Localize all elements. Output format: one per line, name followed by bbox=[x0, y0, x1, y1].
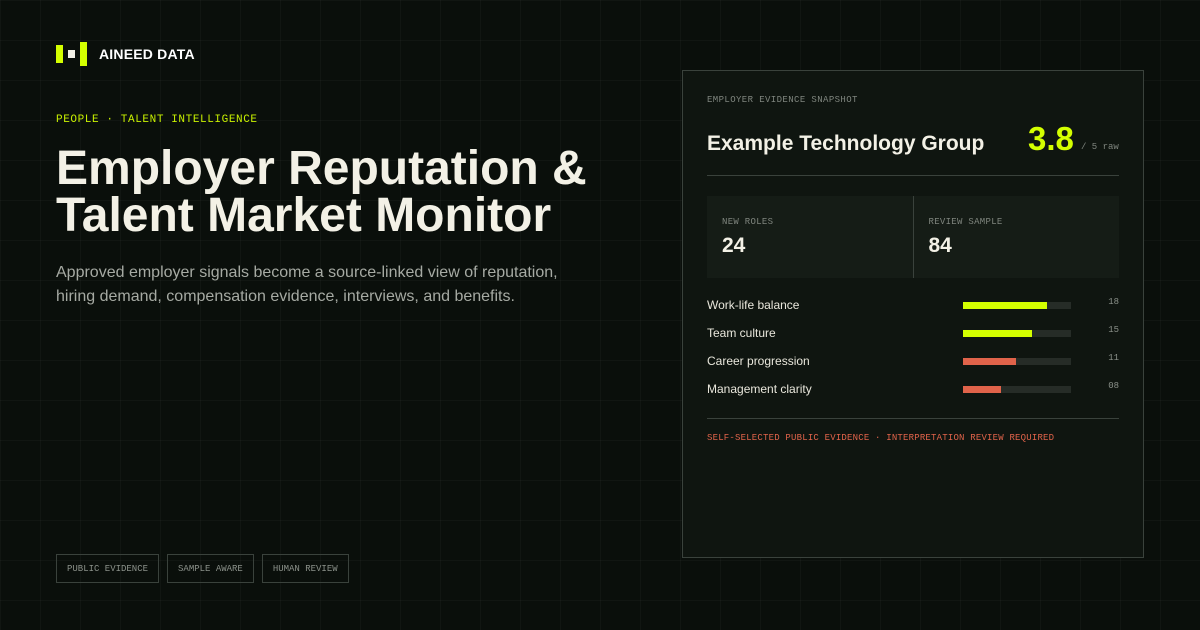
metric-label: Management clarity bbox=[707, 382, 812, 396]
stat-label: REVIEW SAMPLE bbox=[928, 217, 1003, 227]
metric-value: 15 bbox=[1108, 325, 1119, 335]
metric-bar-fill bbox=[963, 358, 1016, 365]
logo-mark-icon bbox=[56, 42, 87, 66]
tag-human-review: HUMAN REVIEW bbox=[261, 554, 349, 583]
hero-eyebrow: PEOPLE · TALENT INTELLIGENCE bbox=[56, 114, 258, 126]
tag-public-evidence: PUBLIC EVIDENCE bbox=[56, 554, 160, 583]
tag-sample-aware: SAMPLE AWARE bbox=[167, 554, 254, 583]
metric-row-management-clarity: Management clarity 08 bbox=[707, 377, 1119, 405]
stat-value: 24 bbox=[722, 234, 746, 257]
metric-bar-track bbox=[963, 358, 1071, 365]
metric-value: 11 bbox=[1108, 353, 1119, 363]
metric-value: 08 bbox=[1108, 381, 1119, 391]
stats-panel: NEW ROLES 24 REVIEW SAMPLE 84 bbox=[707, 196, 1119, 278]
metric-row-team-culture: Team culture 15 bbox=[707, 321, 1119, 349]
tag-list: PUBLIC EVIDENCE SAMPLE AWARE HUMAN REVIE… bbox=[56, 554, 357, 583]
rating-scale: / 5 raw bbox=[1081, 142, 1119, 152]
rating-score: 3.8 bbox=[1028, 120, 1074, 157]
stat-new-roles: NEW ROLES 24 bbox=[707, 196, 913, 278]
title-line-1: Employer Reputation & bbox=[56, 142, 587, 195]
brand: AINEED DATA bbox=[56, 42, 195, 66]
metric-row-career-progression: Career progression 11 bbox=[707, 349, 1119, 377]
metric-label: Work-life balance bbox=[707, 298, 800, 312]
metric-row-work-life-balance: Work-life balance 18 bbox=[707, 293, 1119, 321]
employer-snapshot-card: EMPLOYER EVIDENCE SNAPSHOT Example Techn… bbox=[682, 70, 1144, 558]
metric-bar-track bbox=[963, 386, 1071, 393]
metric-label: Career progression bbox=[707, 354, 810, 368]
metric-bar-fill bbox=[963, 302, 1048, 309]
page-title: Employer Reputation & Talent Market Moni… bbox=[56, 142, 656, 242]
metric-bar-fill bbox=[963, 386, 1001, 393]
hero-subtitle: Approved employer signals become a sourc… bbox=[56, 264, 558, 305]
evidence-disclaimer: SELF-SELECTED PUBLIC EVIDENCE · INTERPRE… bbox=[707, 433, 1055, 443]
title-line-2: Talent Market Monitor bbox=[56, 189, 552, 242]
card-eyebrow: EMPLOYER EVIDENCE SNAPSHOT bbox=[707, 95, 858, 105]
brand-name: AINEED DATA bbox=[99, 46, 195, 62]
stat-value: 84 bbox=[928, 234, 952, 257]
metric-label: Team culture bbox=[707, 326, 776, 340]
stat-label: NEW ROLES bbox=[722, 217, 774, 227]
stat-review-sample: REVIEW SAMPLE 84 bbox=[912, 196, 1119, 278]
divider bbox=[707, 418, 1119, 419]
metric-value: 18 bbox=[1108, 297, 1119, 307]
metric-bar-track bbox=[963, 302, 1071, 309]
metric-bar-track bbox=[963, 330, 1071, 337]
divider bbox=[707, 175, 1119, 176]
metric-list: Work-life balance 18 Team culture 15 Car… bbox=[707, 293, 1119, 405]
company-name: Example Technology Group bbox=[707, 132, 985, 155]
metric-bar-fill bbox=[963, 330, 1033, 337]
